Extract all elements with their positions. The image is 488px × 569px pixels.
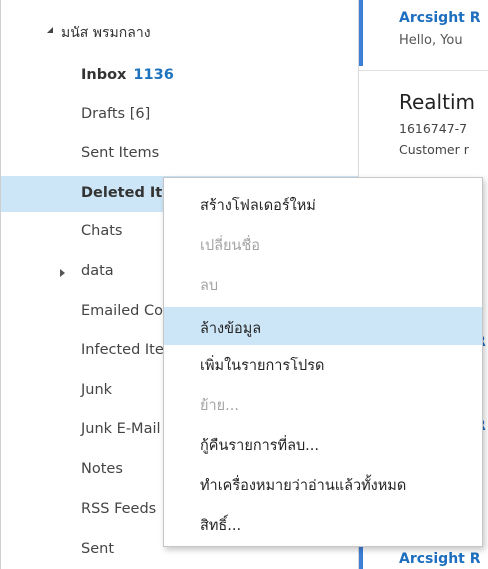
folder-label: Junk E-Mail: [81, 421, 161, 437]
collapse-triangle-icon[interactable]: [47, 27, 53, 33]
menu-item-label: กู้คืนรายการที่ลบ...: [200, 438, 320, 454]
folder-inbox[interactable]: Inbox 1136: [1, 59, 359, 93]
message-preview: Hello, You: [399, 33, 463, 48]
menu-item-label: สิทธิ์...: [200, 518, 242, 534]
menu-item-recover-deleted[interactable]: กู้คืนรายการที่ลบ...: [164, 426, 482, 460]
folder-label: Drafts [6]: [81, 106, 151, 122]
menu-item-label: เพิ่มในรายการโปรด: [200, 358, 325, 374]
menu-item-new-folder[interactable]: สร้างโฟลเดอร์ใหม่: [164, 186, 482, 220]
expand-arrow-icon[interactable]: [60, 269, 65, 277]
folder-label: Sent Items: [81, 145, 160, 161]
message-subject: Realtim: [399, 90, 475, 114]
folder-label: Notes: [81, 461, 123, 477]
menu-item-label: ทำเครื่องหมายว่าอ่านแล้วทั้งหมด: [200, 478, 407, 494]
menu-item-permissions[interactable]: สิทธิ์...: [164, 506, 482, 540]
message-sender: Arcsight R: [399, 10, 481, 26]
unread-count: 1136: [133, 67, 174, 83]
account-name: มนัส พรมกลาง: [61, 25, 151, 41]
account-header[interactable]: มนัส พรมกลาง: [1, 18, 359, 46]
folder-drafts[interactable]: Drafts [6]: [1, 98, 359, 132]
menu-item-delete: ลบ: [164, 266, 482, 300]
folder-label: Inbox: [81, 67, 127, 83]
menu-item-label: สร้างโฟลเดอร์ใหม่: [200, 198, 316, 214]
menu-item-label: ย้าย...: [200, 398, 239, 414]
unread-indicator-bar: [359, 0, 363, 66]
message-sender[interactable]: Arcsight R: [399, 551, 481, 567]
context-menu: สร้างโฟลเดอร์ใหม่ เปลี่ยนชื่อ ลบ ล้างข้อ…: [163, 177, 483, 547]
menu-item-label: ล้างข้อมูล: [200, 321, 262, 337]
folder-label: Chats: [81, 223, 123, 239]
menu-item-mark-all-read[interactable]: ทำเครื่องหมายว่าอ่านแล้วทั้งหมด: [164, 466, 482, 500]
menu-item-label: เปลี่ยนชื่อ: [200, 238, 261, 254]
message-line: 1616747-7: [399, 121, 468, 136]
menu-item-rename: เปลี่ยนชื่อ: [164, 226, 482, 260]
menu-item-add-to-favorites[interactable]: เพิ่มในรายการโปรด: [164, 346, 482, 380]
folder-sent-items[interactable]: Sent Items: [1, 137, 359, 171]
folder-label: Junk: [81, 382, 113, 398]
message-line: Customer r: [399, 142, 469, 157]
folder-label: Sent: [81, 541, 115, 557]
folder-label: data: [81, 263, 114, 279]
menu-item-move: ย้าย...: [164, 386, 482, 420]
folder-label: RSS Feeds: [81, 501, 157, 517]
message-divider: [359, 70, 488, 71]
menu-item-label: ลบ: [200, 278, 219, 294]
menu-item-empty-folder[interactable]: ล้างข้อมูล: [164, 307, 482, 345]
